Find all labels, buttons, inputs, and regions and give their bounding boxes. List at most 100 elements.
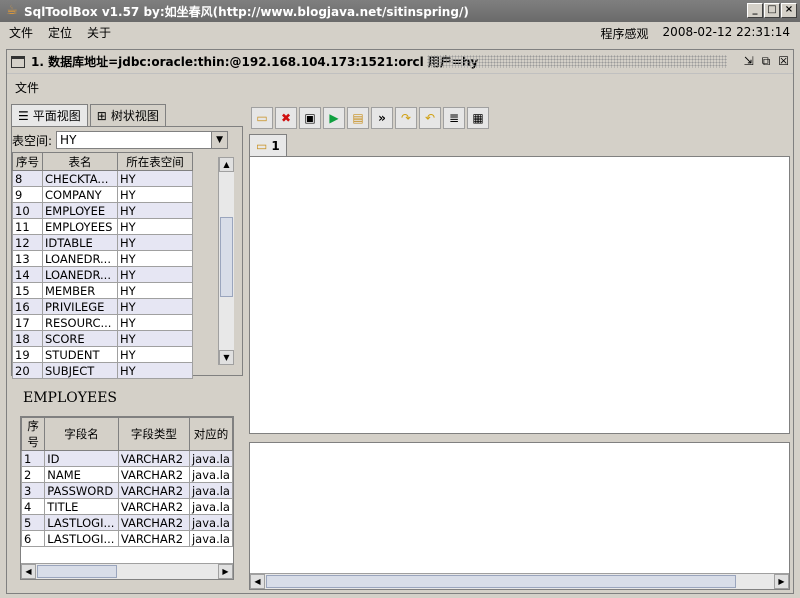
table-row[interactable]: 3 PASSWORD VARCHAR2 java.la (21, 482, 233, 499)
scroll-down-icon[interactable]: ▼ (219, 350, 234, 365)
connection-window-titlebar: 1. 数据库地址=jdbc:oracle:thin:@192.168.104.1… (7, 50, 793, 74)
table-row[interactable]: 20 SUBJECT HY (12, 362, 193, 379)
table-row[interactable]: 15 MEMBER HY (12, 282, 193, 299)
table-cell: NAME (44, 466, 119, 483)
clock-display: 2008-02-12 22:31:14 (662, 25, 790, 39)
table-row[interactable]: 8 CHECKTA... HY (12, 170, 193, 187)
table-cell: RESOURC... (42, 314, 118, 331)
next-icon[interactable]: » (371, 107, 393, 129)
table-row[interactable]: 5 LASTLOGI... VARCHAR2 java.la (21, 514, 233, 531)
table-cell: VARCHAR2 (117, 466, 190, 483)
close-button[interactable]: × (781, 3, 797, 18)
table-cell: HY (117, 218, 193, 235)
table-cell: EMPLOYEES (42, 218, 118, 235)
run-icon[interactable]: ▶ (323, 107, 345, 129)
table-row[interactable]: 17 RESOURC... HY (12, 314, 193, 331)
scroll-left-icon[interactable]: ◀ (21, 564, 36, 579)
menu-look-and-feel[interactable]: 程序感观 (601, 25, 649, 42)
table-cell: 13 (12, 250, 43, 267)
fields-header-index[interactable]: 序号 (21, 417, 46, 451)
table-cell: PASSWORD (44, 482, 119, 499)
connection-menu-file[interactable]: 文件 (15, 79, 39, 96)
table-row[interactable]: 11 EMPLOYEES HY (12, 218, 193, 235)
iconify-icon[interactable]: ⇲ (744, 54, 754, 69)
scroll-right-icon[interactable]: ▶ (218, 564, 233, 579)
titlebar-grip (427, 55, 727, 68)
result-scroll-thumb[interactable] (266, 575, 736, 588)
run-selected-icon[interactable]: ▤ (347, 107, 369, 129)
column-header-index[interactable]: 序号 (12, 152, 43, 171)
menu-about[interactable]: 关于 (78, 24, 117, 41)
tab-tree-view[interactable]: ⊞ 树状视图 (89, 104, 166, 126)
fields-header-name[interactable]: 字段名 (44, 417, 119, 451)
chevron-down-icon[interactable]: ▼ (211, 132, 228, 148)
table-row[interactable]: 18 SCORE HY (12, 330, 193, 347)
editor-tab[interactable]: ▭ 1 (249, 134, 289, 156)
delete-icon[interactable]: ✖ (275, 107, 297, 129)
folder-open-icon[interactable]: ▭ (251, 107, 273, 129)
table-cell: CHECKTA... (42, 170, 118, 187)
column-header-table-name[interactable]: 表名 (42, 152, 118, 171)
restore-icon[interactable]: ⧉ (762, 54, 771, 69)
minimize-button[interactable]: _ (747, 3, 763, 18)
split-divider[interactable] (249, 435, 790, 441)
table-cell: 8 (12, 170, 43, 187)
close-icon[interactable]: ☒ (778, 54, 789, 69)
table-row[interactable]: 1 ID VARCHAR2 java.la (21, 450, 233, 467)
tree-icon: ⊞ (96, 108, 107, 123)
table-cell: HY (117, 282, 193, 299)
result-scroll-right-icon[interactable]: ▶ (774, 574, 789, 589)
window-titlebar: ☕ SqlToolBox v1.57 by:如坐春风(http://www.bl… (0, 0, 800, 22)
table-cell: EMPLOYEE (42, 202, 118, 219)
menu-file[interactable]: 文件 (0, 24, 39, 41)
format-icon[interactable]: ≣ (443, 107, 465, 129)
table-row[interactable]: 10 EMPLOYEE HY (12, 202, 193, 219)
tab-flat-view-label: 平面视图 (32, 109, 81, 123)
table-cell: PRIVILEGE (42, 298, 118, 315)
result-scroll-left-icon[interactable]: ◀ (250, 574, 265, 589)
window-icon (11, 55, 25, 68)
connection-menubar: 文件 (7, 76, 793, 96)
undo-icon[interactable]: ↶ (419, 107, 441, 129)
table-cell: 3 (21, 482, 46, 499)
flat-view-panel: 表空间: HY ▼ 序号 表名 所在表空间 8 CHECKTA... HY 9 COMP… (11, 126, 243, 379)
table-cell: LASTLOGI... (44, 530, 119, 547)
sql-editor[interactable] (249, 156, 790, 434)
table-cell: HY (117, 266, 193, 283)
column-header-tablespace[interactable]: 所在表空间 (117, 152, 193, 171)
table-cell: HY (117, 362, 193, 379)
save-icon[interactable]: ▣ (299, 107, 321, 129)
table-cell: VARCHAR2 (117, 514, 190, 531)
menu-locate[interactable]: 定位 (39, 24, 78, 41)
table-cell: HY (117, 330, 193, 347)
h-scroll-thumb[interactable] (37, 565, 117, 578)
maximize-button[interactable]: □ (764, 3, 780, 18)
table-cell: 6 (21, 530, 46, 547)
table-row[interactable]: 19 STUDENT HY (12, 346, 193, 363)
scroll-thumb[interactable] (220, 217, 233, 297)
table-row[interactable]: 9 COMPANY HY (12, 186, 193, 203)
table-cell: 14 (12, 266, 43, 283)
table-cell: java.la (188, 450, 233, 467)
table-row[interactable]: 2 NAME VARCHAR2 java.la (21, 466, 233, 483)
fields-header-type[interactable]: 字段类型 (117, 417, 190, 451)
redo-icon[interactable]: ↷ (395, 107, 417, 129)
table-row[interactable]: 16 PRIVILEGE HY (12, 298, 193, 315)
table-row[interactable]: 14 LOANEDR... HY (12, 266, 193, 283)
table-row[interactable]: 4 TITLE VARCHAR2 java.la (21, 498, 233, 515)
table-cell: ID (44, 450, 119, 467)
tablespace-select[interactable]: HY ▼ (56, 131, 229, 149)
explain-icon[interactable]: ▦ (467, 107, 489, 129)
table-row[interactable]: 13 LOANEDR... HY (12, 250, 193, 267)
table-list-scrollbar[interactable]: ▲ ▼ (218, 157, 234, 365)
tab-flat-view[interactable]: ☰ 平面视图 (11, 104, 88, 126)
table-row[interactable]: 12 IDTABLE HY (12, 234, 193, 251)
folder-icon: ▭ (256, 138, 268, 153)
fields-hscrollbar[interactable]: ◀ ▶ (21, 563, 233, 579)
table-row[interactable]: 6 LASTLOGI... VARCHAR2 java.la (21, 530, 233, 547)
sql-workspace: ▭ ✖ ▣ ▶ ▤ » ↷ ↶ ≣ ▦ ▭ 1 ◀ ▶ (249, 104, 791, 590)
table-cell: HY (117, 186, 193, 203)
result-hscrollbar[interactable]: ◀ ▶ (250, 573, 789, 589)
scroll-up-icon[interactable]: ▲ (219, 157, 234, 172)
fields-header-java-type[interactable]: 对应的 (188, 417, 233, 451)
